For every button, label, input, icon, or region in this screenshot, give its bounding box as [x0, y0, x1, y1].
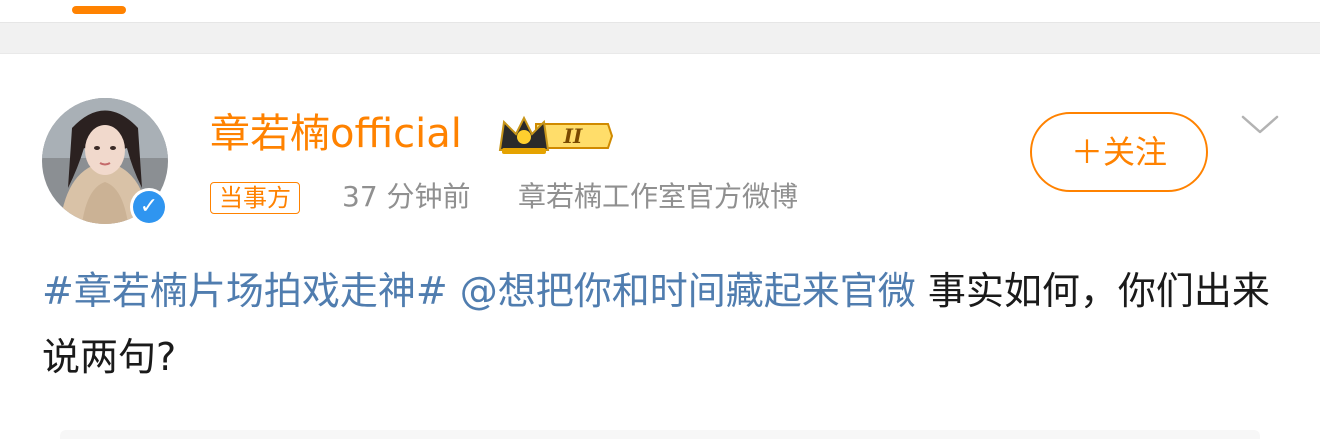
vip-crown-icon[interactable]: II	[496, 112, 616, 158]
topic-link[interactable]: #章若楠片场拍戏走神#	[42, 269, 448, 313]
follow-button[interactable]: ＋关注	[1030, 112, 1208, 192]
top-tab-strip	[0, 0, 1320, 22]
party-tag: 当事方	[210, 182, 300, 214]
active-tab-indicator	[72, 6, 126, 14]
chevron-down-icon[interactable]	[1240, 112, 1280, 138]
next-card-edge	[60, 430, 1260, 439]
post-source: 章若楠工作室官方微博	[518, 180, 799, 213]
member-level-label: II	[563, 124, 583, 148]
post-time: 37 分钟前	[342, 180, 471, 213]
post-content: #章若楠片场拍戏走神# @想把你和时间藏起来官微 事实如何，你们出来说两句?	[42, 258, 1282, 390]
verified-badge-icon: ✓	[130, 188, 168, 226]
author-name[interactable]: 章若楠official	[210, 108, 462, 160]
post-text-line1: 事实	[927, 269, 1004, 313]
mention-link[interactable]: @想把你和时间藏起来官微	[460, 269, 916, 313]
section-divider	[0, 22, 1320, 54]
